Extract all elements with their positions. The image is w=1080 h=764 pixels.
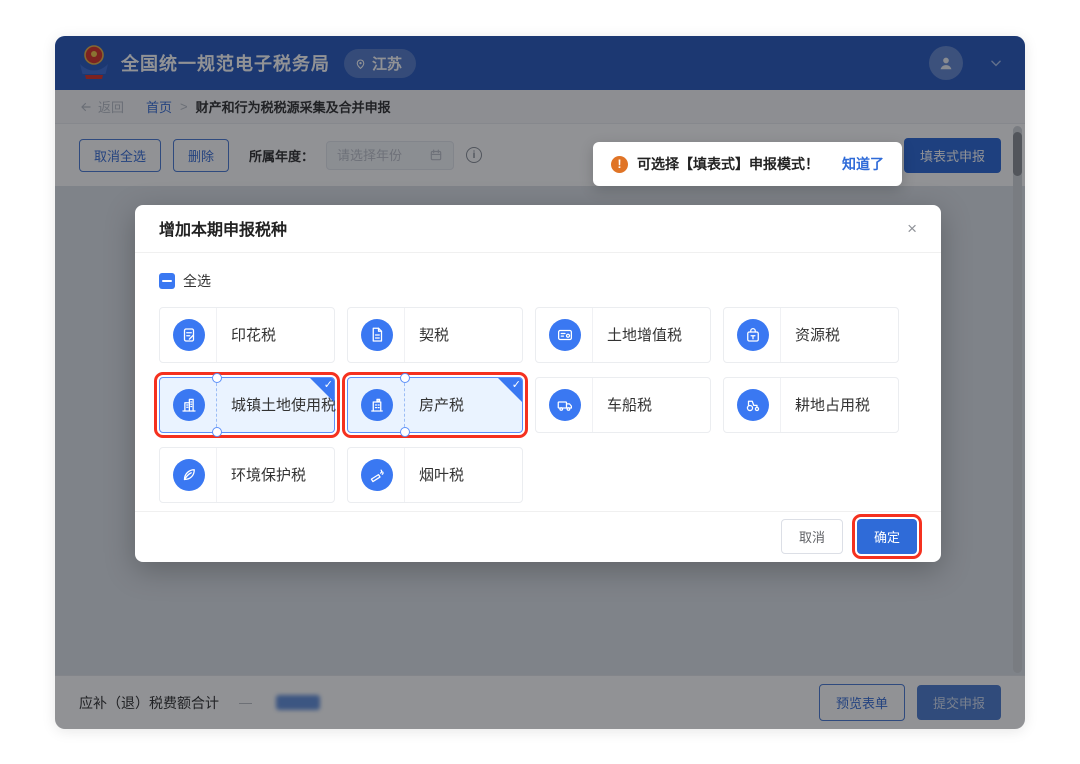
tax-card-farmland-occupation-tax[interactable]: 耕地占用税 [723, 376, 899, 433]
tax-card-tobacco-leaf-tax[interactable]: 烟叶税 [347, 446, 523, 503]
notice-text: 可选择【填表式】申报模式！ [637, 156, 819, 172]
warning-exclamation-icon: ! [611, 155, 628, 173]
add-tax-types-modal: 增加本期申报税种 × 全选 印花税 契税 土地增值税 资源税 城镇土地使用税 ✓… [135, 205, 941, 562]
card-divider [400, 372, 410, 437]
tax-card-urban-land-use-tax[interactable]: 城镇土地使用税 [154, 371, 340, 438]
select-all-label: 全选 [183, 272, 211, 289]
card-divider [216, 307, 217, 362]
notice-got-it-button[interactable]: 知道了 [842, 154, 884, 174]
card-divider [404, 447, 405, 502]
card-divider [780, 307, 781, 362]
house-building-icon [361, 388, 393, 421]
stamp-document-icon [173, 318, 205, 351]
tax-card-vehicle-vessel-tax[interactable]: 车船税 [535, 376, 711, 433]
selected-check-icon [498, 377, 522, 402]
tax-type-grid: 印花税 契税 土地增值税 资源税 城镇土地使用税 ✓ 房产税 ✓ 车船税 耕地占… [154, 306, 917, 503]
tobacco-icon [361, 458, 393, 491]
resource-box-icon [737, 318, 769, 351]
card-divider [592, 307, 593, 362]
tax-card-deed-tax[interactable]: 契税 [347, 306, 523, 363]
card-divider [404, 307, 405, 362]
tax-card-resource-tax[interactable]: 资源税 [723, 306, 899, 363]
modal-header: 增加本期申报税种 × [135, 205, 941, 253]
modal-title: 增加本期申报税种 [159, 222, 288, 240]
confirm-button[interactable]: 确定 [851, 514, 923, 560]
card-divider [212, 372, 222, 437]
tax-card-property-tax[interactable]: 房产税 [342, 371, 528, 438]
notice-popover: ! 可选择【填表式】申报模式！ 知道了 [593, 142, 902, 186]
cancel-button[interactable]: 取消 [780, 519, 843, 555]
tax-card-stamp-tax[interactable]: 印花税 [159, 306, 335, 363]
land-card-icon [549, 318, 581, 351]
leaf-icon [173, 458, 205, 491]
app-window: 全国统一规范电子税务局 江苏 返回 首页 > 财产和行为税税源采集及合并申报 取… [55, 36, 1025, 729]
modal-body: 全选 印花税 契税 土地增值税 资源税 城镇土地使用税 ✓ 房产税 ✓ 车船税 … [135, 253, 941, 511]
vehicle-icon [549, 388, 581, 421]
card-divider [216, 447, 217, 502]
deed-document-icon [361, 318, 393, 351]
card-divider [592, 377, 593, 432]
select-all-checkbox[interactable] [159, 272, 175, 289]
tax-card-land-value-increment-tax[interactable]: 土地增值税 [535, 306, 711, 363]
city-building-icon [173, 388, 205, 421]
card-divider [780, 377, 781, 432]
close-icon[interactable]: × [907, 220, 917, 237]
tractor-icon [737, 388, 769, 421]
selected-check-icon [310, 377, 334, 402]
modal-footer: 取消 确定 [135, 510, 941, 562]
tax-card-environmental-protection-tax[interactable]: 环境保护税 [159, 446, 335, 503]
